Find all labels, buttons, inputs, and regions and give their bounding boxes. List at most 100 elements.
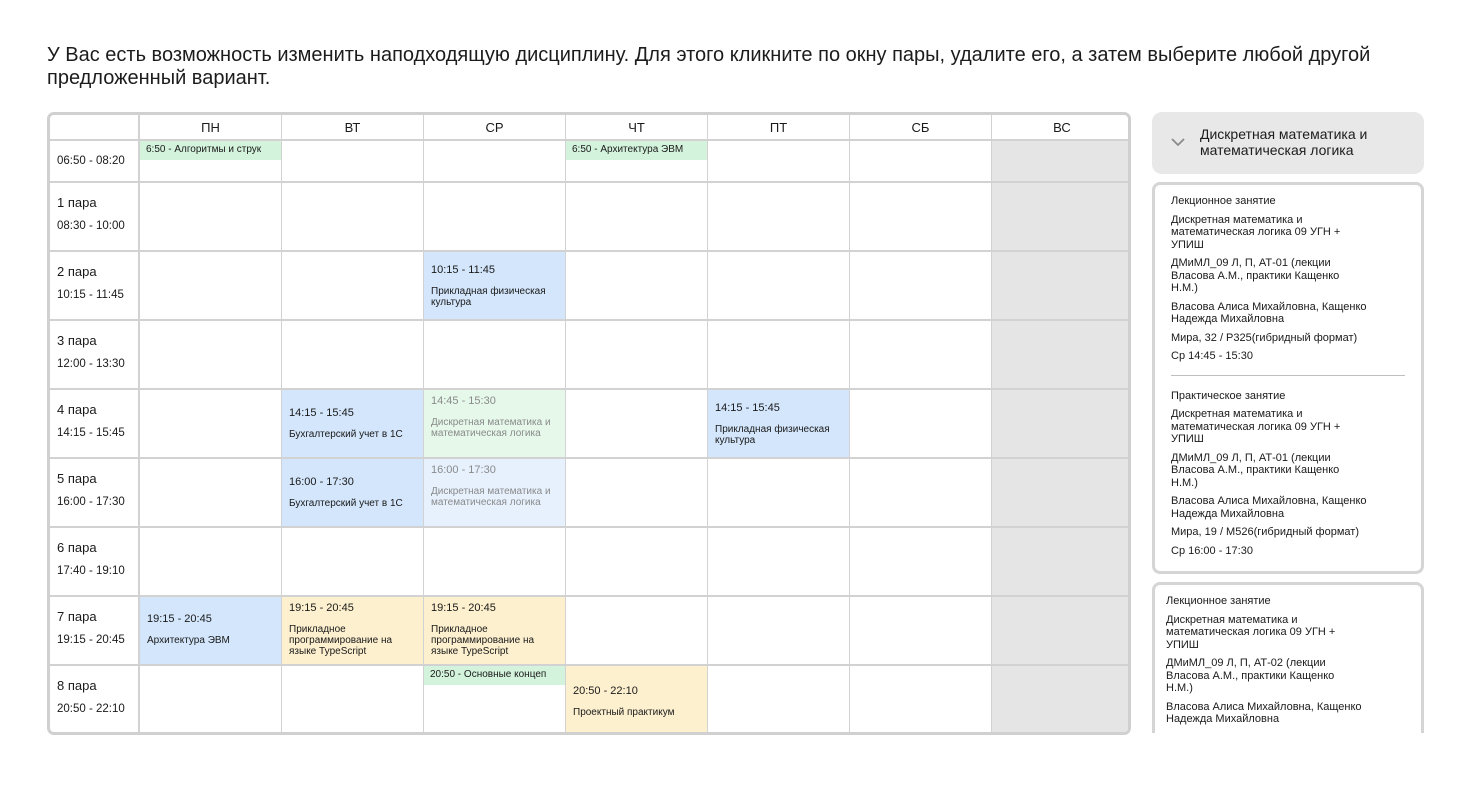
course-option-card-2[interactable]: Лекционное занятие Дискретная математика… [1152, 582, 1424, 733]
time-slot-4: 4 пара 14:15 - 15:45 [50, 390, 140, 459]
cell-mon-row-2[interactable] [140, 252, 282, 321]
slot-name: 5 пара [57, 471, 97, 486]
event-title: Прикладное программирование на языке Typ… [289, 624, 393, 657]
cell-thu-row-2[interactable] [566, 252, 708, 321]
cell-fri-row-3[interactable] [708, 321, 850, 390]
cell-sun-row-0[interactable] [992, 141, 1128, 183]
cell-mon-row-6[interactable] [140, 528, 282, 597]
cell-tue-row-2[interactable] [282, 252, 424, 321]
header-corner [50, 115, 140, 141]
day-header-wed: СР [424, 115, 566, 141]
event-wed-2[interactable]: 10:15 - 11:45 Прикладная физическая куль… [424, 252, 565, 319]
event-tue-7[interactable]: 19:15 - 20:45 Прикладное программировани… [282, 597, 423, 664]
cell-sat-row-5[interactable] [850, 459, 992, 528]
event-time: 16:00 - 17:30 [431, 464, 496, 476]
event-thu-early[interactable]: 6:50 - Архитектура ЭВМ [566, 141, 707, 160]
cell-fri-row-8[interactable] [708, 666, 850, 732]
cell-sat-row-7[interactable] [850, 597, 992, 666]
time-slot-5: 5 пара 16:00 - 17:30 [50, 459, 140, 528]
cell-mon-row-5[interactable] [140, 459, 282, 528]
cell-sun-row-6[interactable] [992, 528, 1128, 597]
event-wed-4[interactable]: 14:45 - 15:30 Дискретная математика и ма… [424, 390, 565, 457]
slot-time: 20:50 - 22:10 [57, 703, 125, 715]
cell-sun-row-8[interactable] [992, 666, 1128, 732]
cell-tue-row-8[interactable] [282, 666, 424, 732]
cell-tue-row-0[interactable] [282, 141, 424, 183]
event-time: 16:00 - 17:30 [289, 476, 354, 488]
event-mon-early[interactable]: 6:50 - Алгоритмы и струк [140, 141, 281, 160]
course-option-card-2-viewport: Лекционное занятие Дискретная математика… [1152, 582, 1424, 733]
lesson-when: Ср 14:45 - 15:30 [1171, 350, 1253, 362]
cell-sun-row-7[interactable] [992, 597, 1128, 666]
cell-tue-row-1[interactable] [282, 183, 424, 252]
cell-wed-row-0[interactable] [424, 141, 566, 183]
slot-time: 08:30 - 10:00 [57, 220, 125, 232]
event-fri-4[interactable]: 14:15 - 15:45 Прикладная физическая куль… [708, 390, 849, 457]
event-wed-8[interactable]: 20:50 - Основные концеп [424, 666, 565, 685]
cell-sat-row-6[interactable] [850, 528, 992, 597]
event-tue-4[interactable]: 14:15 - 15:45 Бухгалтерский учет в 1С [282, 390, 423, 457]
lesson-type: Лекционное занятие [1171, 195, 1276, 207]
cell-fri-row-2[interactable] [708, 252, 850, 321]
event-time: 14:15 - 15:45 [715, 402, 780, 414]
cell-sat-row-3[interactable] [850, 321, 992, 390]
cell-thu-row-6[interactable] [566, 528, 708, 597]
cell-wed-row-6[interactable] [424, 528, 566, 597]
cell-sun-row-5[interactable] [992, 459, 1128, 528]
cell-mon-row-1[interactable] [140, 183, 282, 252]
divider [1171, 374, 1405, 376]
event-time: 10:15 - 11:45 [431, 264, 496, 276]
cell-thu-row-3[interactable] [566, 321, 708, 390]
cell-fri-row-0[interactable] [708, 141, 850, 183]
lesson-discipline: Дискретная математика и математическая л… [1166, 613, 1336, 651]
cell-sun-row-2[interactable] [992, 252, 1128, 321]
cell-sun-row-4[interactable] [992, 390, 1128, 459]
cell-mon-row-4[interactable] [140, 390, 282, 459]
cell-fri-row-6[interactable] [708, 528, 850, 597]
time-slot-3: 3 пара 12:00 - 13:30 [50, 321, 140, 390]
cell-tue-row-6[interactable] [282, 528, 424, 597]
event-wed-7[interactable]: 19:15 - 20:45 Прикладное программировани… [424, 597, 565, 664]
lesson-group: ДМиМЛ_09 Л, П, АТ-02 (лекции Власова А.М… [1166, 657, 1335, 694]
cell-sun-row-1[interactable] [992, 183, 1128, 252]
time-slot-early: 06:50 - 08:20 [50, 141, 140, 183]
event-title: Проектный практикум [573, 707, 675, 718]
cell-sat-row-2[interactable] [850, 252, 992, 321]
cell-thu-row-1[interactable] [566, 183, 708, 252]
event-tue-5[interactable]: 16:00 - 17:30 Бухгалтерский учет в 1С [282, 459, 423, 526]
event-title: Прикладная физическая культура [715, 424, 830, 446]
slot-name: 1 пара [57, 195, 97, 210]
cell-sat-row-8[interactable] [850, 666, 992, 732]
lesson-place: Мира, 19 / М526(гибридный формат) [1171, 526, 1359, 538]
cell-mon-row-8[interactable] [140, 666, 282, 732]
cell-wed-row-3[interactable] [424, 321, 566, 390]
event-mon-7[interactable]: 19:15 - 20:45 Архитектура ЭВМ [140, 597, 281, 664]
discipline-selector[interactable]: Дискретная математика и математическая л… [1152, 112, 1424, 174]
intro-text: У Вас есть возможность изменить наподход… [47, 44, 1371, 89]
event-wed-5[interactable]: 16:00 - 17:30 Дискретная математика и ма… [424, 459, 565, 526]
cell-thu-row-4[interactable] [566, 390, 708, 459]
event-thu-8[interactable]: 20:50 - 22:10 Проектный практикум [566, 666, 707, 732]
cell-sun-row-3[interactable] [992, 321, 1128, 390]
cell-tue-row-3[interactable] [282, 321, 424, 390]
cell-thu-row-7[interactable] [566, 597, 708, 666]
slot-time: 12:00 - 13:30 [57, 358, 125, 370]
event-time: 19:15 - 20:45 [289, 602, 354, 614]
cell-sat-row-1[interactable] [850, 183, 992, 252]
cell-fri-row-5[interactable] [708, 459, 850, 528]
cell-sat-row-4[interactable] [850, 390, 992, 459]
event-title: Бухгалтерский учет в 1С [289, 498, 403, 509]
chevron-down-icon [1171, 138, 1185, 147]
day-header-mon: ПН [140, 115, 282, 141]
cell-thu-row-5[interactable] [566, 459, 708, 528]
cell-sat-row-0[interactable] [850, 141, 992, 183]
cell-mon-row-3[interactable] [140, 321, 282, 390]
cell-fri-row-1[interactable] [708, 183, 850, 252]
course-option-card-1[interactable]: Лекционное занятие Дискретная математика… [1152, 182, 1424, 574]
cell-fri-row-7[interactable] [708, 597, 850, 666]
slot-time: 14:15 - 15:45 [57, 427, 125, 439]
day-header-fri: ПТ [708, 115, 850, 141]
cell-wed-row-1[interactable] [424, 183, 566, 252]
lesson-teachers: Власова Алиса Михайловна, Кащенко Надежд… [1171, 300, 1367, 326]
lesson-discipline: Дискретная математика и математическая л… [1171, 408, 1341, 445]
